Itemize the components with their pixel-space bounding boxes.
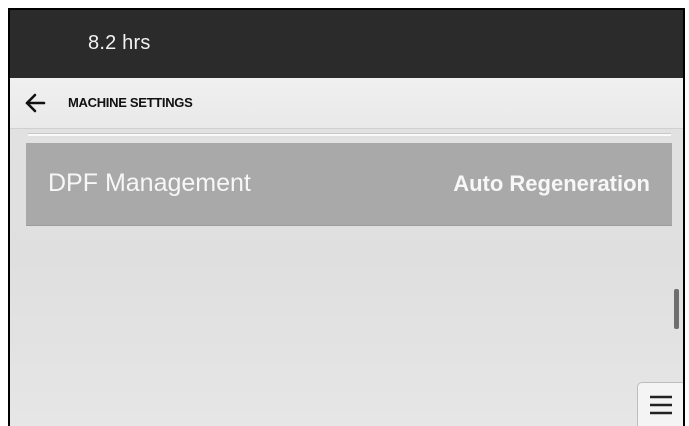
list-top-divider: [28, 133, 671, 136]
engine-hours-readout: 8.2 hrs: [88, 32, 151, 54]
scrollbar-thumb[interactable]: [674, 289, 679, 329]
menu-button[interactable]: [637, 382, 683, 426]
setting-label: DPF Management: [48, 169, 251, 197]
status-bar: 8.2 hrs: [10, 10, 683, 78]
arrow-left-icon: [25, 93, 46, 113]
setting-row-dpf-management[interactable]: DPF Management Auto Regeneration: [26, 143, 672, 226]
hamburger-menu-icon: [649, 395, 672, 414]
page-title: MACHINE SETTINGS: [68, 95, 193, 110]
nav-bar: MACHINE SETTINGS: [10, 78, 683, 129]
back-button[interactable]: [18, 88, 52, 118]
device-screen: 8.2 hrs MACHINE SETTINGS DPF Management …: [8, 8, 685, 426]
setting-value: Auto Regeneration: [453, 171, 650, 196]
